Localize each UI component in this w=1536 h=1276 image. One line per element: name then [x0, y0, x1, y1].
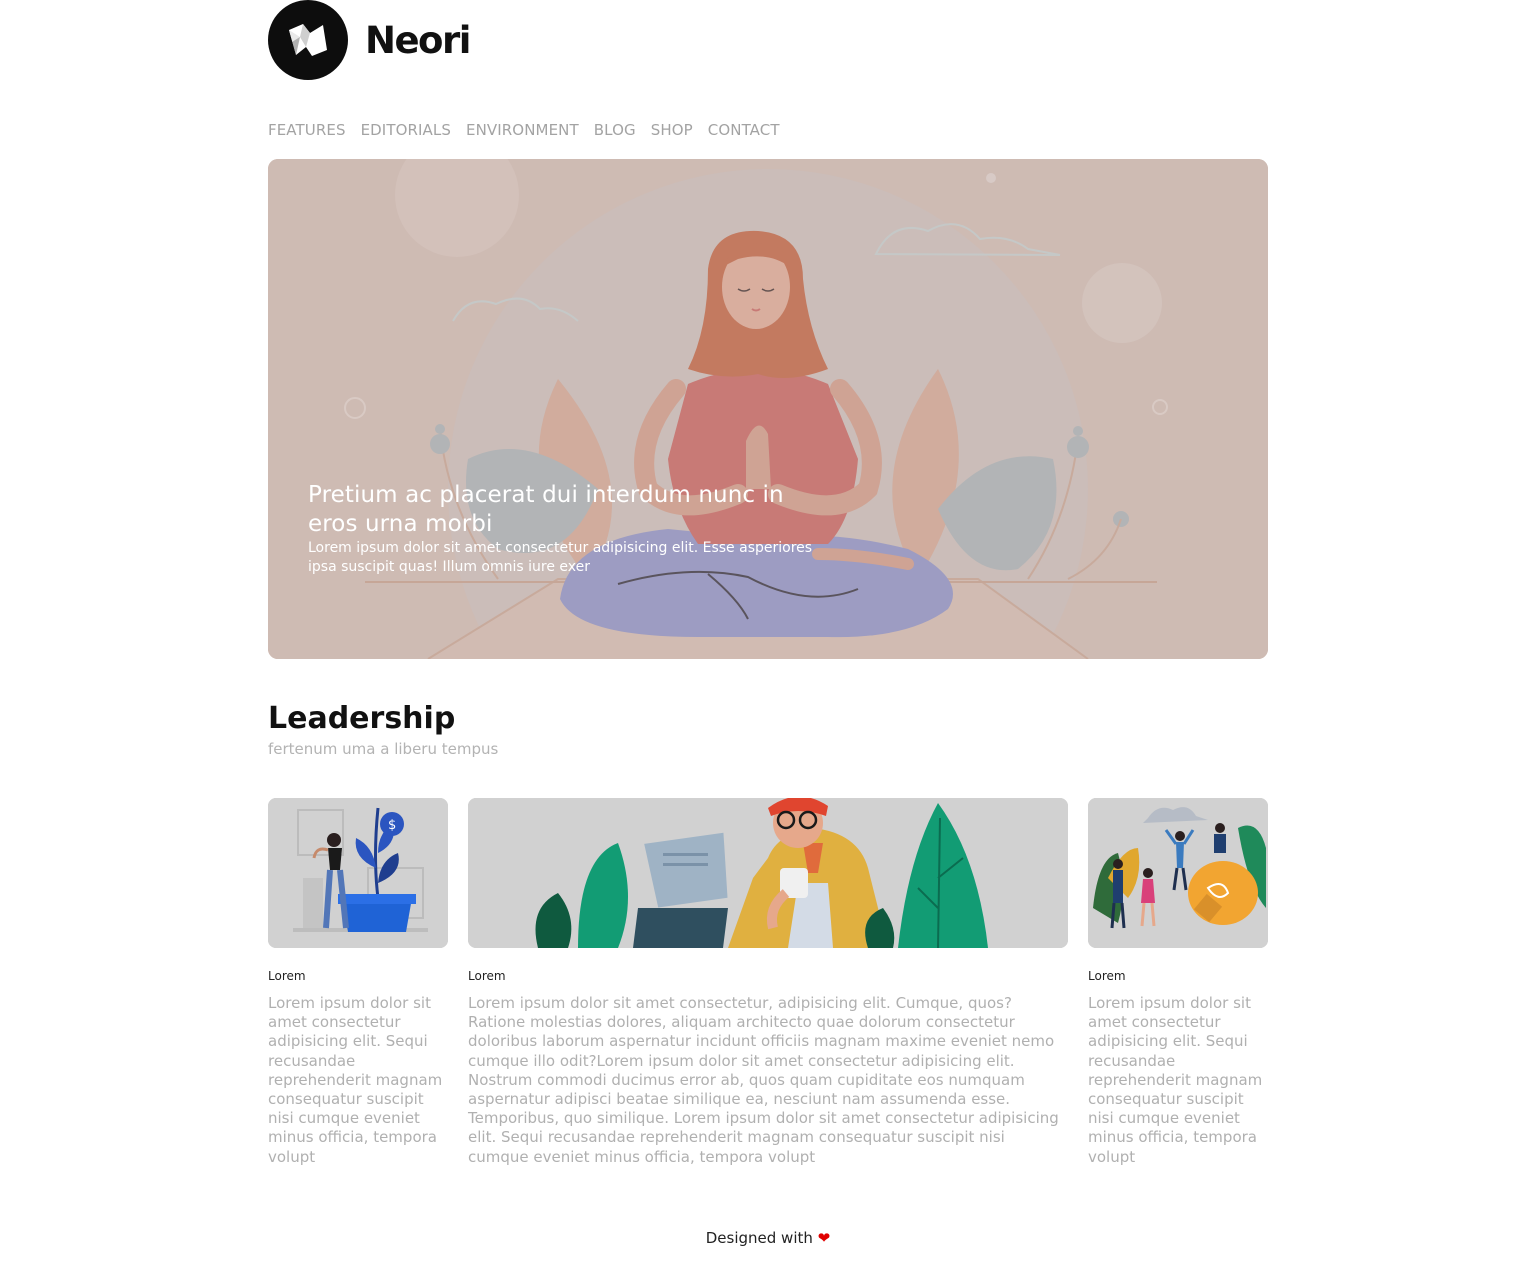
section-title: Leadership — [268, 701, 456, 736]
nav-item-environment[interactable]: ENVIRONMENT — [466, 120, 579, 140]
card-text: Lorem ipsum dolor sit amet consectetur a… — [1088, 994, 1263, 1166]
footer-text: Designed with — [705, 1229, 813, 1247]
logo-icon — [268, 0, 348, 80]
card-image-coffee[interactable] — [468, 798, 1068, 948]
hero-banner[interactable]: Pretium ac placerat dui interdum nunc in… — [268, 159, 1268, 659]
nav-item-blog[interactable]: BLOG — [594, 120, 636, 140]
card-image-plant[interactable]: $ — [268, 798, 448, 948]
plant-illustration: $ — [268, 798, 448, 948]
nav-item-features[interactable]: FEATURES — [268, 120, 346, 140]
heart-icon: ❤ — [817, 1229, 831, 1247]
hero-caption: Pretium ac placerat dui interdum nunc in… — [308, 481, 828, 577]
brand-name: Neori — [365, 18, 471, 62]
hero-subtitle: Lorem ipsum dolor sit amet consectetur a… — [308, 540, 813, 575]
hero-overlay — [268, 159, 1268, 659]
lightbulb-illustration — [1088, 798, 1268, 948]
card-text: Lorem ipsum dolor sit amet consectetur, … — [468, 994, 1059, 1166]
card-label: Lorem — [268, 969, 306, 983]
card-label: Lorem — [1088, 969, 1126, 983]
card-label: Lorem — [468, 969, 506, 983]
svg-text:$: $ — [388, 818, 396, 833]
hero-title[interactable]: Pretium ac placerat dui interdum nunc in… — [308, 481, 828, 539]
coffee-illustration — [468, 798, 1068, 948]
brand[interactable]: Neori — [268, 0, 471, 80]
footer: Designed with ❤ — [268, 1228, 1268, 1248]
nav-item-shop[interactable]: SHOP — [651, 120, 693, 140]
nav-item-editorials[interactable]: EDITORIALS — [361, 120, 451, 140]
card-text: Lorem ipsum dolor sit amet consectetur a… — [268, 994, 443, 1166]
nav-item-contact[interactable]: CONTACT — [708, 120, 780, 140]
section-subtitle: fertenum uma a liberu tempus — [268, 740, 499, 758]
main-nav: FEATURES EDITORIALS ENVIRONMENT BLOG SHO… — [268, 120, 780, 140]
card-image-idea[interactable] — [1088, 798, 1268, 948]
